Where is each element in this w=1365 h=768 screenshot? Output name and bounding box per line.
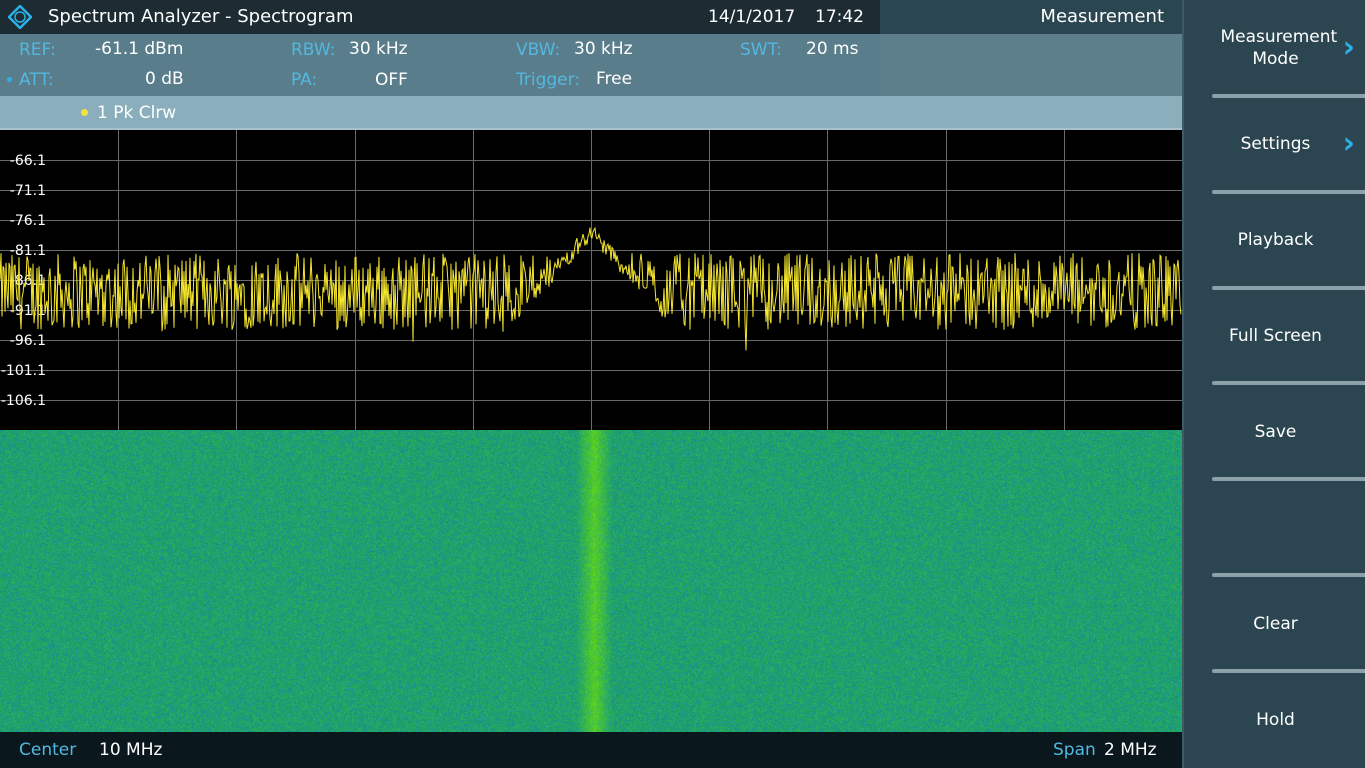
vbw-label: VBW:	[516, 40, 560, 60]
center-value[interactable]: 10 MHz	[99, 740, 162, 760]
span-label: Span	[1053, 740, 1096, 760]
settings-info-bar: REF: -61.1 dBm ATT: 0 dB RBW: 30 kHz PA:…	[0, 34, 880, 96]
rbw-value[interactable]: 30 kHz	[349, 39, 408, 59]
att-value[interactable]: 0 dB	[145, 69, 184, 89]
center-label: Center	[19, 740, 76, 760]
footer-bar: Center 10 MHz Span 2 MHz	[0, 732, 1182, 768]
panel-header: Measurement	[880, 0, 1182, 34]
y-tick-label: -96.1	[10, 333, 46, 349]
panel-title: Measurement	[1040, 6, 1164, 27]
title-bar: Spectrum Analyzer - Spectrogram 14/1/201…	[0, 0, 880, 34]
y-tick-label: -76.1	[10, 213, 46, 229]
pa-label: PA:	[291, 70, 317, 90]
trace-color-dot	[81, 109, 88, 116]
trigger-value[interactable]: Free	[596, 69, 632, 89]
empty-softkey[interactable]	[1184, 480, 1365, 576]
ref-value[interactable]: -61.1 dBm	[95, 39, 183, 59]
date: 14/1/2017	[708, 7, 795, 27]
full-screen-button[interactable]: Full Screen	[1184, 288, 1365, 384]
trace-label[interactable]: 1 Pk Clrw	[97, 103, 176, 123]
rbw-label: RBW:	[291, 40, 335, 60]
softkey-label: Measurement Mode	[1221, 26, 1331, 70]
softkey-label: Settings	[1241, 133, 1311, 155]
y-tick-label: -71.1	[10, 183, 46, 199]
softkey-label: Save	[1255, 421, 1297, 443]
hold-button[interactable]: Hold	[1184, 672, 1365, 768]
spectrum-plot[interactable]: -66.1-71.1-76.1-81.1-86.1-91.1-96.1-101.…	[0, 130, 1182, 430]
y-tick-label: -81.1	[10, 243, 46, 259]
softkey-label: Clear	[1253, 613, 1297, 635]
chevron-right-icon: ›	[1343, 37, 1355, 59]
vbw-value[interactable]: 30 kHz	[574, 39, 633, 59]
settings-button[interactable]: Settings ›	[1184, 96, 1365, 192]
softkey-label: Hold	[1256, 709, 1295, 731]
att-indicator-dot	[7, 77, 12, 82]
softkey-label: Playback	[1238, 229, 1314, 251]
clear-button[interactable]: Clear	[1184, 576, 1365, 672]
y-tick-label: -101.1	[1, 363, 46, 379]
y-tick-label: -106.1	[1, 393, 46, 409]
span-value[interactable]: 2 MHz	[1104, 740, 1157, 760]
spectrogram-waterfall[interactable]	[0, 430, 1182, 732]
spectrum-trace	[0, 228, 1181, 351]
time: 17:42	[815, 7, 864, 27]
att-label: ATT:	[19, 70, 54, 90]
trace-info-bar: 1 Pk Clrw	[0, 96, 1182, 130]
pa-value[interactable]: OFF	[375, 70, 408, 90]
measurement-mode-button[interactable]: Measurement Mode ›	[1184, 0, 1365, 96]
swt-label: SWT:	[740, 40, 782, 60]
y-tick-label: -66.1	[10, 153, 46, 169]
ref-label: REF:	[19, 40, 56, 60]
info-bar-right	[880, 34, 1182, 96]
rohde-schwarz-logo-icon	[8, 5, 32, 29]
trigger-label: Trigger:	[516, 70, 580, 90]
swt-value[interactable]: 20 ms	[806, 39, 858, 59]
chevron-right-icon: ›	[1343, 133, 1355, 155]
app-title: Spectrum Analyzer - Spectrogram	[48, 6, 354, 27]
playback-button[interactable]: Playback	[1184, 192, 1365, 288]
softkey-label: Full Screen	[1229, 325, 1322, 347]
save-button[interactable]: Save	[1184, 384, 1365, 480]
softkey-panel: Measurement Mode › Settings › Playback Ful…	[1182, 0, 1365, 768]
